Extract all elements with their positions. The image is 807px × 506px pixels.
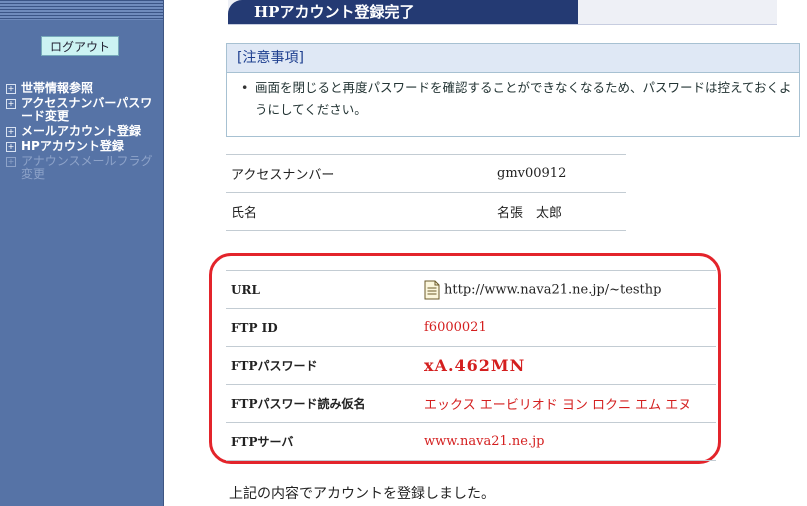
sidebar-stripes — [0, 0, 163, 20]
ftp-password-value: xA.462MN — [424, 346, 716, 385]
logout-button[interactable]: ログアウト — [41, 36, 119, 56]
notice-title: [注意事項] — [227, 44, 799, 73]
sidebar-item-household-info[interactable]: + 世帯情報参照 — [6, 82, 156, 95]
document-icon — [424, 280, 440, 299]
table-row: 氏名 名張 太郎 — [226, 192, 626, 231]
expand-plus-icon: + — [6, 157, 16, 167]
page-title: HPアカウント登録完了 — [254, 3, 415, 21]
sidebar-item-label: アナウンスメールフラグ変更 — [21, 154, 153, 181]
table-row: FTPパスワード読み仮名 エックス エービリオド ヨン ロクニ エム エヌ — [226, 384, 716, 423]
sidebar-item-mail-account[interactable]: + メールアカウント登録 — [6, 125, 156, 138]
sidebar-item-label: 世帯情報参照 — [21, 81, 94, 95]
header-tab: HPアカウント登録完了 — [228, 0, 578, 24]
ftp-id-value: f6000021 — [424, 308, 716, 347]
expand-plus-icon: + — [6, 142, 16, 152]
access-number-value: gmv00912 — [497, 154, 626, 193]
access-number-label: アクセスナンバー — [226, 154, 497, 193]
sidebar-item-label: メールアカウント登録 — [21, 124, 142, 138]
expand-plus-icon: + — [6, 84, 16, 94]
table-row: アクセスナンバー gmv00912 — [226, 154, 626, 193]
user-info-table: アクセスナンバー gmv00912 氏名 名張 太郎 — [226, 154, 626, 231]
page-header: HPアカウント登録完了 — [228, 0, 777, 25]
name-value: 名張 太郎 — [497, 192, 626, 231]
expand-plus-icon: + — [6, 127, 16, 137]
completion-message: 上記の内容でアカウントを登録しました。 — [229, 486, 495, 502]
table-row: FTPサーバ www.nava21.ne.jp — [226, 422, 716, 461]
account-table: URL http://www.nava21.ne.jp/~testhp FTP … — [226, 270, 716, 461]
sidebar-item-announce-flag: + アナウンスメールフラグ変更 — [6, 155, 156, 181]
table-row: FTP ID f6000021 — [226, 308, 716, 347]
notice-box: [注意事項] 画面を閉じると再度パスワードを確認することができなくなるため、パス… — [226, 43, 800, 137]
name-label: 氏名 — [226, 192, 497, 231]
table-row: FTPパスワード xA.462MN — [226, 346, 716, 385]
expand-plus-icon: + — [6, 99, 16, 109]
ftp-password-reading-label: FTPパスワード読み仮名 — [226, 384, 424, 423]
ftp-server-label: FTPサーバ — [226, 422, 424, 461]
sidebar-item-label: HPアカウント登録 — [21, 139, 124, 153]
ftp-id-label: FTP ID — [226, 308, 424, 347]
ftp-server-value: www.nava21.ne.jp — [424, 422, 716, 461]
url-link[interactable]: http://www.nava21.ne.jp/~testhp — [444, 282, 661, 297]
sidebar-item-label: アクセスナンバーパスワード変更 — [21, 96, 153, 123]
url-cell: http://www.nava21.ne.jp/~testhp — [424, 270, 716, 309]
url-label: URL — [226, 270, 424, 309]
sidebar-item-access-password-change[interactable]: + アクセスナンバーパスワード変更 — [6, 97, 156, 123]
sidebar: ログアウト + 世帯情報参照 + アクセスナンバーパスワード変更 + メールアカ… — [0, 0, 164, 506]
ftp-password-reading-value: エックス エービリオド ヨン ロクニ エム エヌ — [424, 384, 716, 423]
table-row: URL http://www.nava21.ne.jp/~testhp — [226, 270, 716, 309]
notice-list: 画面を閉じると再度パスワードを確認することができなくなるため、パスワードは控えて… — [227, 73, 799, 121]
sidebar-nav: + 世帯情報参照 + アクセスナンバーパスワード変更 + メールアカウント登録 … — [6, 82, 156, 183]
ftp-password-label: FTPパスワード — [226, 346, 424, 385]
notice-item: 画面を閉じると再度パスワードを確認することができなくなるため、パスワードは控えて… — [241, 73, 799, 121]
sidebar-item-hp-account[interactable]: + HPアカウント登録 — [6, 140, 156, 153]
